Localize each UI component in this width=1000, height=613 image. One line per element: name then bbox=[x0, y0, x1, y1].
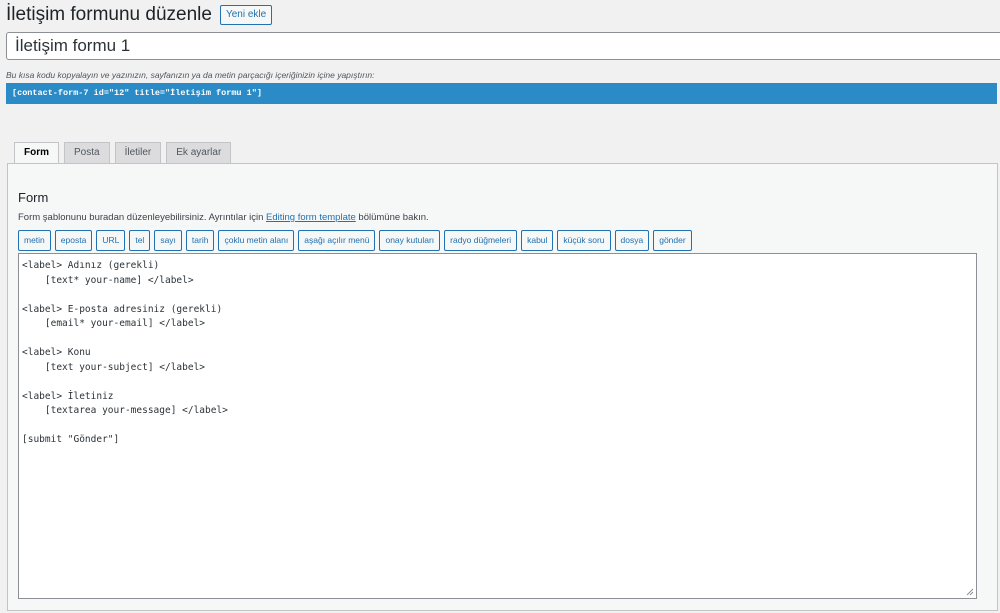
tag-button-email[interactable]: eposta bbox=[54, 230, 93, 251]
tag-button-radio[interactable]: radyo düğmeleri bbox=[444, 230, 518, 251]
tag-button-quiz[interactable]: küçük soru bbox=[557, 230, 611, 251]
page-title: İletişim formunu düzenle bbox=[6, 4, 212, 25]
tab-messages[interactable]: İletiler bbox=[114, 142, 162, 163]
resize-grip-icon[interactable] bbox=[966, 588, 974, 596]
tag-button-checkboxes[interactable]: onay kutuları bbox=[379, 230, 441, 251]
add-new-button[interactable]: Yeni ekle bbox=[219, 5, 273, 25]
tab-additional-settings[interactable]: Ek ayarlar bbox=[166, 142, 232, 163]
code-line: [text* your-name] </label> bbox=[22, 274, 194, 286]
tag-button-dropdown[interactable]: aşağı açılır menü bbox=[298, 230, 376, 251]
panel-desc-text-end: bölümüne bakın. bbox=[355, 212, 429, 223]
code-line: <label> İletiniz bbox=[22, 390, 114, 402]
tag-button-submit[interactable]: gönder bbox=[653, 230, 692, 251]
code-line: [textarea your-message] </label> bbox=[22, 405, 228, 416]
panel-desc-text: Form şablonunu buradan düzenleyebilirsin… bbox=[18, 212, 267, 223]
editing-form-template-link[interactable]: Editing form template bbox=[266, 212, 356, 223]
tag-button-date[interactable]: tarih bbox=[185, 230, 215, 251]
panel-description: Form şablonunu buradan düzenleyebilirsin… bbox=[18, 212, 429, 223]
panel-heading: Form bbox=[18, 190, 49, 205]
tab-bar: Form Posta İletiler Ek ayarlar bbox=[14, 142, 236, 165]
tab-form[interactable]: Form bbox=[14, 142, 59, 165]
tag-button-textarea[interactable]: çoklu metin alanı bbox=[218, 230, 295, 251]
tag-button-file[interactable]: dosya bbox=[614, 230, 650, 251]
form-template-editor[interactable]: <label> Adınız (gerekli) [text* your-nam… bbox=[18, 253, 977, 599]
shortcode-description: Bu kısa kodu kopyalayın ve yazınızın, sa… bbox=[6, 70, 375, 80]
code-line: [text your-subject] </label> bbox=[22, 361, 206, 373]
shortcode-box[interactable]: [contact-form-7 id="12" title="İletişim … bbox=[6, 83, 997, 104]
page-header: İletişim formunu düzenle Yeni ekle bbox=[6, 2, 273, 28]
tag-button-number[interactable]: sayı bbox=[154, 230, 182, 251]
code-line: <label> E-posta adresiniz (gerekli) bbox=[22, 303, 223, 315]
tag-button-tel[interactable]: tel bbox=[129, 230, 151, 251]
code-line: [submit "Gönder"] bbox=[22, 434, 120, 445]
code-line: <label> Adınız (gerekli) bbox=[22, 260, 160, 271]
tag-button-acceptance[interactable]: kabul bbox=[521, 230, 554, 251]
tag-button-url[interactable]: URL bbox=[96, 230, 126, 251]
form-panel: Form Form şablonunu buradan düzenleyebil… bbox=[7, 163, 998, 611]
tab-mail[interactable]: Posta bbox=[64, 142, 110, 163]
form-title-input[interactable] bbox=[6, 32, 1000, 60]
tag-generator-buttons: metin eposta URL tel sayı tarih çoklu me… bbox=[18, 230, 696, 251]
code-line: <label> Konu bbox=[22, 347, 91, 358]
code-line: [email* your-email] </label> bbox=[22, 318, 206, 329]
tag-button-text[interactable]: metin bbox=[18, 230, 51, 251]
